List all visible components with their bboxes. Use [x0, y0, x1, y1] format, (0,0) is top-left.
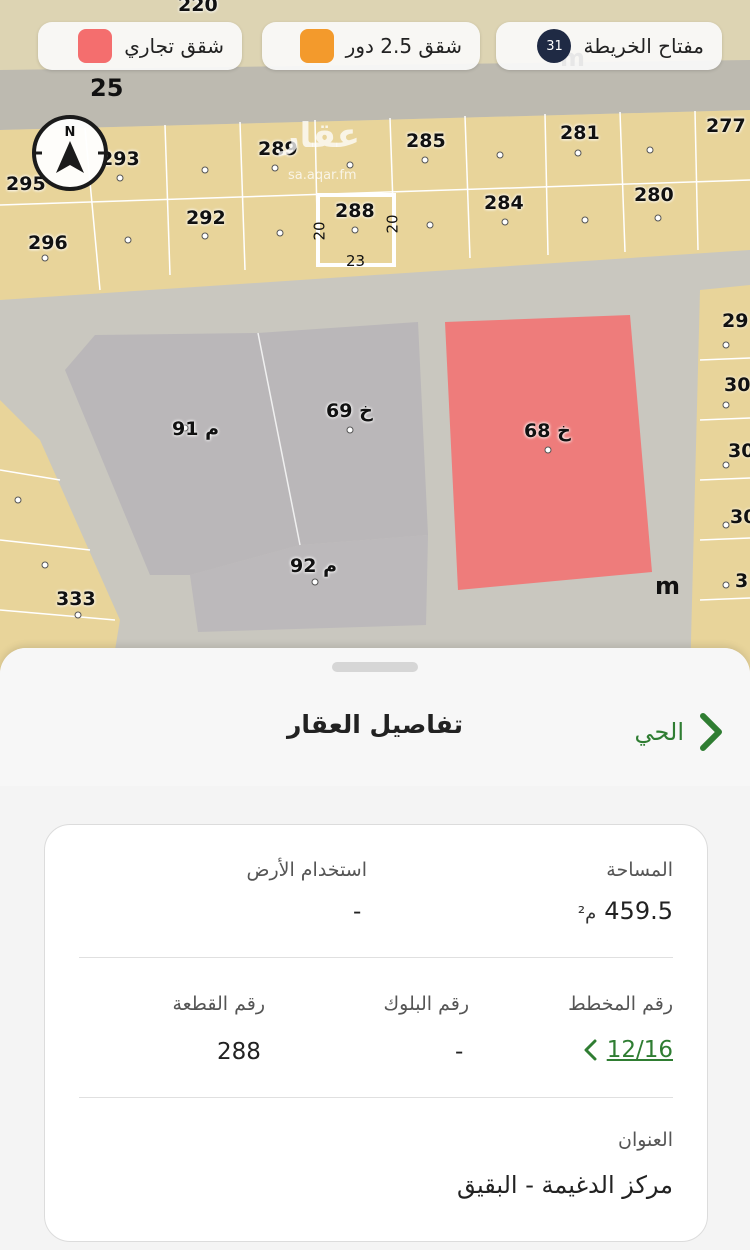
area-unit: م² — [577, 903, 597, 924]
legend-swatch-red — [78, 29, 113, 63]
sheet-header: تفاصيل العقار الحي — [0, 648, 750, 786]
legend-label: شقق 2.5 دور — [345, 34, 462, 58]
neighborhood-link[interactable]: الحي — [635, 712, 724, 752]
land-use-value: - — [353, 899, 362, 925]
map-key-count-badge: 31 — [537, 29, 572, 63]
map-key-label: مفتاح الخريطة — [583, 34, 704, 58]
divider — [79, 1097, 673, 1098]
neighborhood-label: الحي — [634, 718, 684, 746]
legend-map-key[interactable]: مفتاح الخريطة 31 — [496, 22, 722, 70]
property-details-sheet: تفاصيل العقار الحي المساحة 459.5 م² استخ… — [0, 648, 750, 1250]
parcel-strip-right — [690, 285, 750, 680]
drag-handle[interactable] — [332, 662, 418, 672]
details-card: المساحة 459.5 م² استخدام الأرض - رقم الم… — [44, 824, 708, 1242]
legend-label: شقق تجاري — [124, 34, 224, 58]
map-view[interactable]: 220 289 285 281 277 293 295 292 288 284 … — [0, 0, 750, 680]
legend-commercial-apartments[interactable]: شقق تجاري — [38, 22, 242, 70]
address-value: مركز الدغيمة - البقيق — [456, 1171, 673, 1199]
divider — [79, 957, 673, 958]
map-canvas[interactable] — [0, 0, 750, 680]
compass-arrow-icon — [36, 141, 104, 173]
block-label: رقم البلوك — [383, 993, 469, 1015]
compass-button[interactable]: N — [32, 115, 108, 191]
address-label: العنوان — [617, 1129, 673, 1151]
plan-label: رقم المخطط — [568, 993, 673, 1015]
plot-value: 288 — [217, 1039, 261, 1065]
legend-swatch-orange — [299, 29, 334, 63]
chevron-left-icon — [584, 1039, 597, 1061]
plan-value: 12/16 — [606, 1037, 673, 1063]
area-value: 459.5 م² — [577, 897, 673, 925]
block-value: - — [455, 1039, 464, 1065]
chevron-right-icon — [700, 713, 722, 751]
legend-apartments-2-5-floors[interactable]: شقق 2.5 دور — [262, 22, 480, 70]
plot-label: رقم القطعة — [172, 993, 265, 1015]
area-label: المساحة — [606, 859, 673, 881]
land-use-label: استخدام الأرض — [246, 859, 367, 881]
plan-link[interactable]: 12/16 — [583, 1037, 673, 1063]
